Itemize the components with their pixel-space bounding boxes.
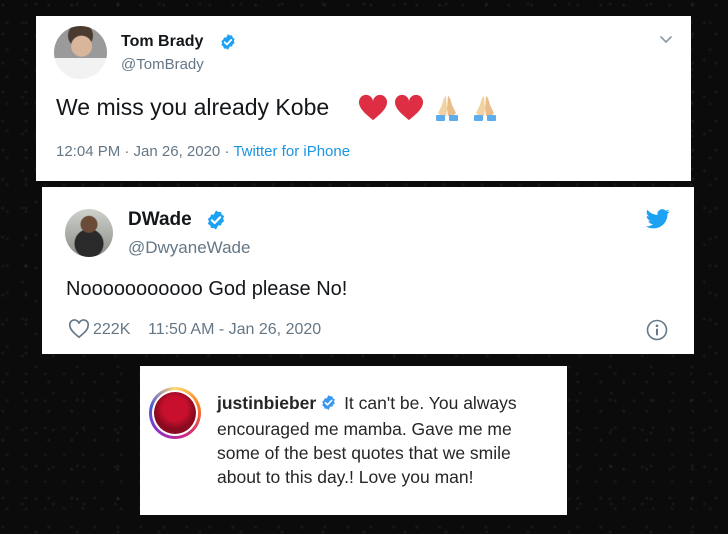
verified-badge-icon xyxy=(320,393,337,417)
tweet-source-link[interactable]: Twitter for iPhone xyxy=(233,143,350,160)
tweet-author-name[interactable]: Tom Brady xyxy=(121,33,203,51)
like-heart-icon[interactable] xyxy=(68,319,90,344)
justinbieber-avatar xyxy=(152,390,198,436)
tweet-timestamp[interactable]: 12:04 PM · Jan 26, 2020 · xyxy=(56,143,229,160)
red-heart-icon xyxy=(358,94,388,127)
instagram-comment-card: justinbieber It can't be. You always enc… xyxy=(140,366,567,515)
avatar-image xyxy=(154,392,196,434)
comment-username[interactable]: justinbieber xyxy=(217,393,316,413)
red-heart-icon xyxy=(394,94,424,127)
tweet-timestamp[interactable]: 11:50 AM - Jan 26, 2020 xyxy=(148,321,321,339)
tweet-text: We miss you already Kobe xyxy=(56,94,330,120)
info-icon[interactable] xyxy=(646,319,668,346)
verified-badge-icon xyxy=(219,33,237,56)
comment-body: justinbieber It can't be. You always enc… xyxy=(217,391,553,489)
tweet-author-handle[interactable]: @DwyaneWade xyxy=(128,238,250,258)
tweet-emojis xyxy=(358,92,503,127)
tweet-text: Nooooooooooo God please No! xyxy=(66,278,348,300)
verified-badge-icon xyxy=(205,209,227,236)
tweet-meta: 12:04 PM · Jan 26, 2020 · Twitter for iP… xyxy=(56,143,350,160)
twitter-bird-icon[interactable] xyxy=(646,209,670,234)
dwade-avatar[interactable] xyxy=(65,209,113,257)
folded-hands-icon xyxy=(431,92,463,127)
tweet-author-name[interactable]: DWade xyxy=(128,209,192,231)
instagram-story-ring[interactable] xyxy=(149,387,201,439)
tom-brady-tweet-card: Tom Brady @TomBrady We miss you already … xyxy=(36,16,691,181)
dwade-tweet-card: DWade @DwyaneWade Nooooooooooo God pleas… xyxy=(42,187,694,354)
folded-hands-icon xyxy=(469,92,501,127)
like-count[interactable]: 222K xyxy=(93,321,130,339)
chevron-down-icon[interactable] xyxy=(659,32,673,50)
tweet-author-handle[interactable]: @TomBrady xyxy=(121,56,204,73)
tom-brady-avatar[interactable] xyxy=(54,26,107,79)
